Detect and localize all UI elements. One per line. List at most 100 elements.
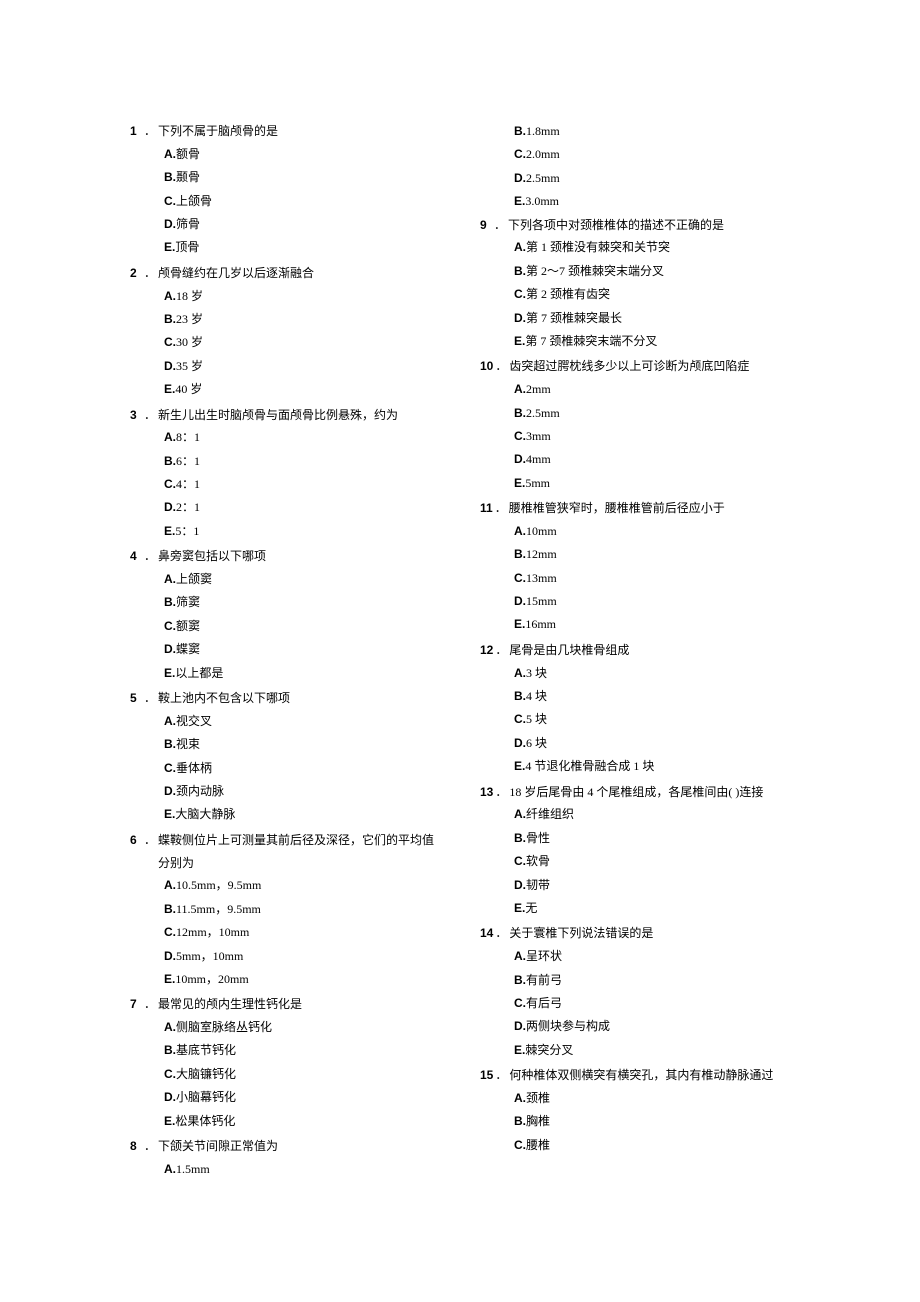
option-text: 基底节钙化 bbox=[176, 1039, 236, 1062]
option-text: 棘突分叉 bbox=[525, 1039, 573, 1062]
option: B.筛窦 bbox=[164, 591, 440, 614]
question: 4．鼻旁窦包括以下哪项A.上颌窦B.筛窦C.额窦D.蝶窦E.以上都是 bbox=[130, 545, 440, 685]
question-stem: 7．最常见的颅内生理性钙化是 bbox=[130, 993, 440, 1016]
question-number: 12 bbox=[480, 639, 493, 662]
option: A.呈环状 bbox=[514, 945, 790, 968]
question-separator: ． bbox=[144, 262, 156, 285]
option-letter: C. bbox=[164, 615, 176, 638]
option-letter: E. bbox=[164, 378, 175, 401]
question-text: 关于寰椎下列说法错误的是 bbox=[509, 922, 790, 945]
option: E.40 岁 bbox=[164, 378, 440, 401]
question-number: 13 bbox=[480, 781, 493, 804]
option-letter: B. bbox=[514, 969, 526, 992]
question-stem: 8．下颌关节间隙正常值为 bbox=[130, 1135, 440, 1158]
option-letter: B. bbox=[514, 827, 526, 850]
option-text: 8：1 bbox=[176, 426, 200, 449]
option-letter: A. bbox=[514, 236, 526, 259]
option: D.35 岁 bbox=[164, 355, 440, 378]
option: D.5mm，10mm bbox=[164, 945, 440, 968]
question-stem: 4．鼻旁窦包括以下哪项 bbox=[130, 545, 440, 568]
option: D.颈内动脉 bbox=[164, 780, 440, 803]
option-text: 有前弓 bbox=[526, 969, 562, 992]
option-text: 第 7 颈椎棘突最长 bbox=[526, 307, 622, 330]
option-letter: D. bbox=[514, 448, 526, 471]
option: E.3.0mm bbox=[514, 190, 790, 213]
option-letter: A. bbox=[164, 143, 176, 166]
option: A.10.5mm，9.5mm bbox=[164, 874, 440, 897]
question-separator: ． bbox=[495, 1064, 507, 1087]
question-text: 颅骨缝约在几岁以后逐渐融合 bbox=[158, 262, 440, 285]
option-text: 第 1 颈椎没有棘突和关节突 bbox=[526, 236, 670, 259]
option-letter: D. bbox=[164, 780, 176, 803]
option-text: 松果体钙化 bbox=[175, 1110, 235, 1133]
option-letter: C. bbox=[164, 1063, 176, 1086]
option-letter: A. bbox=[514, 520, 526, 543]
option-text: 15mm bbox=[526, 590, 557, 613]
option-letter: B. bbox=[164, 898, 176, 921]
option-text: 视束 bbox=[176, 733, 200, 756]
option-text: 13mm bbox=[526, 567, 557, 590]
option-letter: C. bbox=[514, 283, 526, 306]
question-stem: 10．齿突超过腭枕线多少以上可诊断为颅底凹陷症 bbox=[480, 355, 790, 378]
option-letter: D. bbox=[514, 732, 526, 755]
option-letter: B. bbox=[164, 450, 176, 473]
option-text: 筛骨 bbox=[176, 213, 200, 236]
option-text: 2：1 bbox=[176, 496, 200, 519]
option-letter: C. bbox=[164, 757, 176, 780]
question: 1．下列不属于脑颅骨的是A.额骨B.颞骨C.上颌骨D.筛骨E.顶骨 bbox=[130, 120, 440, 260]
option: A.8：1 bbox=[164, 426, 440, 449]
option-letter: B. bbox=[164, 166, 176, 189]
option-text: 上颌骨 bbox=[176, 190, 212, 213]
question-separator: ． bbox=[495, 922, 507, 945]
option: D.小脑幕钙化 bbox=[164, 1086, 440, 1109]
options-list: A.3 块B.4 块C.5 块D.6 块E.4 节退化椎骨融合成 1 块 bbox=[480, 662, 790, 779]
option-text: 上颌窦 bbox=[176, 568, 212, 591]
question-number: 15 bbox=[480, 1064, 493, 1087]
option-text: 40 岁 bbox=[175, 378, 202, 401]
option-letter: B. bbox=[164, 308, 176, 331]
option-text: 骨性 bbox=[526, 827, 550, 850]
option-letter: A. bbox=[164, 1158, 176, 1181]
question-number: 9 bbox=[480, 214, 492, 237]
question-separator: ． bbox=[144, 120, 156, 143]
option-letter: D. bbox=[514, 874, 526, 897]
option: B.23 岁 bbox=[164, 308, 440, 331]
option-letter: E. bbox=[164, 520, 175, 543]
option: C.30 岁 bbox=[164, 331, 440, 354]
option-letter: B. bbox=[514, 402, 526, 425]
option-text: 3.0mm bbox=[525, 190, 559, 213]
option: A.3 块 bbox=[514, 662, 790, 685]
option-text: 4：1 bbox=[176, 473, 200, 496]
question-text: 何种椎体双侧横突有横突孔，其内有椎动静脉通过 bbox=[509, 1064, 790, 1087]
option-letter: B. bbox=[514, 1110, 526, 1133]
option: B.11.5mm，9.5mm bbox=[164, 898, 440, 921]
question-number: 11 bbox=[480, 497, 493, 520]
options-list: A.侧脑室脉络丛钙化B.基底节钙化C.大脑镰钙化D.小脑幕钙化E.松果体钙化 bbox=[130, 1016, 440, 1133]
option-letter: D. bbox=[164, 213, 176, 236]
option-letter: C. bbox=[514, 992, 526, 1015]
question-stem: 6．蝶鞍侧位片上可测量其前后径及深径，它们的平均值分别为 bbox=[130, 829, 440, 875]
question-stem: 5．鞍上池内不包含以下哪项 bbox=[130, 687, 440, 710]
options-list: A.1.5mm bbox=[130, 1158, 440, 1181]
option: A.颈椎 bbox=[514, 1087, 790, 1110]
option-letter: C. bbox=[514, 567, 526, 590]
option-letter: D. bbox=[514, 307, 526, 330]
option: E.棘突分叉 bbox=[514, 1039, 790, 1062]
option-letter: E. bbox=[514, 755, 525, 778]
option: A.额骨 bbox=[164, 143, 440, 166]
question-separator: ． bbox=[144, 993, 156, 1016]
option: C.5 块 bbox=[514, 708, 790, 731]
option: D.2.5mm bbox=[514, 167, 790, 190]
option-text: 纤维组织 bbox=[526, 803, 574, 826]
option-text: 有后弓 bbox=[526, 992, 562, 1015]
question-number: 10 bbox=[480, 355, 493, 378]
option: E.4 节退化椎骨融合成 1 块 bbox=[514, 755, 790, 778]
option-letter: E. bbox=[514, 897, 525, 920]
question: 6．蝶鞍侧位片上可测量其前后径及深径，它们的平均值分别为A.10.5mm，9.5… bbox=[130, 829, 440, 992]
option-letter: E. bbox=[514, 190, 525, 213]
option-letter: E. bbox=[514, 613, 525, 636]
option: B.有前弓 bbox=[514, 969, 790, 992]
option-text: 软骨 bbox=[526, 850, 550, 873]
option: B.第 2～7 颈椎棘突末端分叉 bbox=[514, 260, 790, 283]
options-list: A.8：1B.6：1C.4：1D.2：1E.5：1 bbox=[130, 426, 440, 543]
